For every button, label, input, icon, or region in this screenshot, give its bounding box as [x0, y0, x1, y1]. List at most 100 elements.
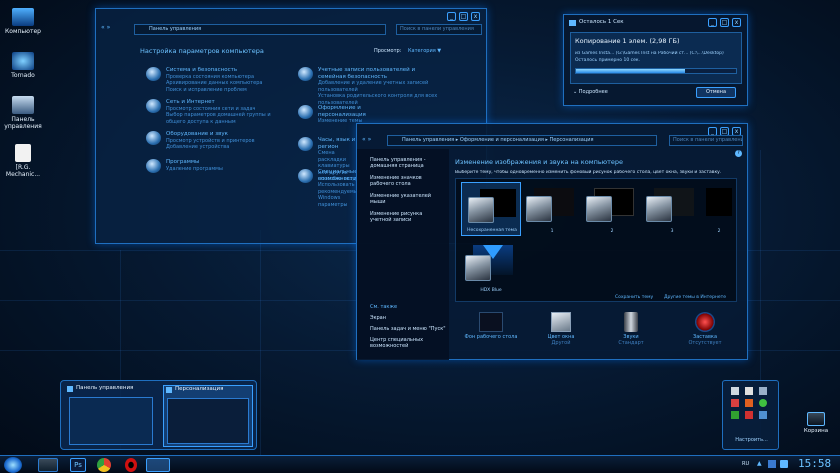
- back-forward-icon[interactable]: « »: [362, 136, 371, 143]
- minimize-icon[interactable]: _: [447, 12, 456, 21]
- search-input[interactable]: Поиск в панели управления: [396, 24, 482, 35]
- save-theme-link[interactable]: Сохранить тему: [615, 295, 653, 300]
- theme-item[interactable]: 2: [702, 182, 736, 236]
- category-title[interactable]: Учетные записи пользователей и семейная …: [318, 67, 438, 80]
- help-icon[interactable]: ?: [735, 150, 742, 157]
- explorer-taskbar-button[interactable]: [38, 458, 58, 472]
- breadcrumb-item[interactable]: Панель управления: [402, 137, 454, 143]
- clock-icon: [298, 137, 313, 151]
- category-link[interactable]: Выбор параметров домашней группы и общег…: [166, 112, 286, 125]
- category-system-security[interactable]: Система и безопасность Проверка состояни…: [146, 67, 276, 94]
- desktop-icon-tornado[interactable]: Tornado: [2, 52, 44, 79]
- category-accessibility[interactable]: Специальные возможности Использовать рек…: [298, 169, 361, 208]
- desktop-icon-recycle-bin[interactable]: Корзина: [798, 412, 834, 434]
- sidebar-item-accessibility[interactable]: Центр специальных возможностей: [370, 337, 445, 349]
- sidebar-item-taskbar[interactable]: Панель задач и меню "Пуск": [370, 326, 446, 332]
- screensaver-setting[interactable]: Заставка Отсутствует: [683, 312, 727, 346]
- maximize-icon[interactable]: □: [720, 18, 729, 27]
- category-title[interactable]: Часы, язык и регион: [318, 137, 360, 150]
- preview-control-panel[interactable]: Панель управления: [67, 385, 157, 447]
- minimize-icon[interactable]: _: [708, 18, 717, 27]
- address-bar[interactable]: Панель управления: [134, 24, 386, 35]
- printer-icon: [146, 131, 161, 145]
- theme-label: 1: [550, 229, 554, 234]
- language-indicator[interactable]: RU: [742, 461, 749, 467]
- desktop-icon-label: [R.G. Mechanic...: [5, 164, 41, 178]
- chrome-taskbar-button[interactable]: [97, 458, 111, 472]
- start-button[interactable]: [4, 457, 22, 473]
- volume-icon[interactable]: [780, 460, 788, 468]
- category-link[interactable]: Удаление программы: [166, 166, 276, 173]
- sidebar-item-account-picture[interactable]: Изменение рисунка учетной записи: [370, 211, 443, 223]
- tray-app-icon[interactable]: [759, 411, 767, 419]
- view-select[interactable]: Категория ▼: [408, 48, 441, 54]
- sounds-icon: [624, 312, 638, 332]
- close-icon[interactable]: x: [732, 18, 741, 27]
- category-title[interactable]: Оформление и персонализация: [318, 105, 370, 118]
- theme-item[interactable]: Несохраненная тема: [461, 182, 521, 236]
- category-link[interactable]: Архивирование данных компьютера: [166, 80, 276, 87]
- more-themes-link[interactable]: Другие темы в Интернете: [664, 295, 726, 300]
- theme-item[interactable]: 1: [522, 182, 582, 236]
- network-icon[interactable]: [768, 460, 776, 468]
- copy-dialog-title: Осталось 1 Сек: [579, 19, 624, 25]
- category-link[interactable]: Добавление устройства: [166, 144, 276, 151]
- maximize-icon[interactable]: □: [459, 12, 468, 21]
- window-color-setting[interactable]: Цвет окна Другой: [541, 312, 581, 346]
- users-icon: [298, 67, 313, 81]
- category-link[interactable]: Добавление и удаление учетных записей по…: [318, 80, 438, 93]
- page-subtitle: Выберите тему, чтобы одновременно измени…: [455, 170, 722, 175]
- tray-app-icon[interactable]: [759, 399, 767, 407]
- theme-label: HDX Blue: [480, 288, 502, 293]
- category-title[interactable]: Специальные возможности: [318, 169, 360, 182]
- preview-personalization[interactable]: Персонализация: [163, 385, 253, 447]
- sidebar-item-home[interactable]: Панель управления - домашняя страница: [370, 157, 443, 169]
- taskbar: Ps RU ▲ 15:58: [0, 455, 840, 473]
- theme-item[interactable]: HDX Blue: [461, 241, 521, 295]
- cancel-button[interactable]: Отмена: [696, 87, 736, 98]
- address-bar[interactable]: Панель управления ▸ Оформление и персона…: [387, 135, 657, 146]
- category-link[interactable]: Использовать рекомендуемые Windows парам…: [318, 182, 361, 208]
- breadcrumb-item[interactable]: Оформление и персонализация: [460, 137, 544, 143]
- photoshop-taskbar-button[interactable]: Ps: [70, 458, 86, 472]
- theme-item[interactable]: 2: [582, 182, 642, 236]
- category-user-accounts[interactable]: Учетные записи пользователей и семейная …: [298, 67, 438, 106]
- tray-app-icon[interactable]: [731, 387, 739, 395]
- sidebar-item-mouse-pointers[interactable]: Изменение указателей мыши: [370, 193, 443, 205]
- opera-taskbar-button[interactable]: [125, 458, 137, 472]
- desktop-icon-computer[interactable]: Компьютер: [2, 8, 44, 35]
- tray-arrow-icon[interactable]: ▲: [757, 460, 762, 467]
- category-hardware[interactable]: Оборудование и звук Просмотр устройств и…: [146, 131, 276, 151]
- tray-app-icon[interactable]: [745, 411, 753, 419]
- tray-app-icon[interactable]: [731, 411, 739, 419]
- tray-app-icon[interactable]: [759, 387, 767, 395]
- theme-item[interactable]: 3: [642, 182, 702, 236]
- back-forward-icon[interactable]: « »: [101, 24, 110, 31]
- sounds-setting[interactable]: Звуки Стандарт: [611, 312, 651, 346]
- category-link[interactable]: Поиск и исправление проблем: [166, 87, 276, 94]
- window-caption-buttons: _ □ x: [708, 18, 741, 27]
- tray-app-icon[interactable]: [745, 387, 753, 395]
- window-caption-buttons: _ □ x: [447, 12, 480, 21]
- desktop-icon-label: Корзина: [803, 428, 829, 434]
- tray-app-icon[interactable]: [745, 399, 753, 407]
- window-color-icon: [551, 312, 571, 332]
- personalization-icon: [166, 387, 172, 393]
- details-toggle[interactable]: ⌄ Подробнее: [573, 89, 608, 95]
- category-appearance[interactable]: Оформление и персонализация Изменение те…: [298, 105, 370, 125]
- control-panel-taskbar-button[interactable]: [146, 458, 170, 472]
- category-network[interactable]: Сеть и Интернет Просмотр состояния сети …: [146, 99, 286, 125]
- desktop-icon-control-panel[interactable]: Панель управления: [2, 96, 44, 130]
- sidebar-item-display[interactable]: Экран: [370, 315, 386, 321]
- close-icon[interactable]: x: [471, 12, 480, 21]
- category-programs[interactable]: Программы Удаление программы: [146, 159, 276, 173]
- search-input[interactable]: Поиск в панели управления: [669, 135, 743, 146]
- sidebar-item-desktop-icons[interactable]: Изменение значков рабочего стола: [370, 175, 443, 187]
- desktop-background-setting[interactable]: Фон рабочего стола: [463, 312, 519, 340]
- breadcrumb-item[interactable]: Персонализация: [550, 137, 594, 143]
- tray-app-icon[interactable]: [731, 399, 739, 407]
- clock[interactable]: 15:58: [798, 457, 831, 470]
- customize-link[interactable]: Настроить...: [723, 437, 780, 443]
- desktop-icon-rg-mechanic[interactable]: [R.G. Mechanic...: [2, 144, 44, 178]
- preview-title: Персонализация: [175, 386, 224, 392]
